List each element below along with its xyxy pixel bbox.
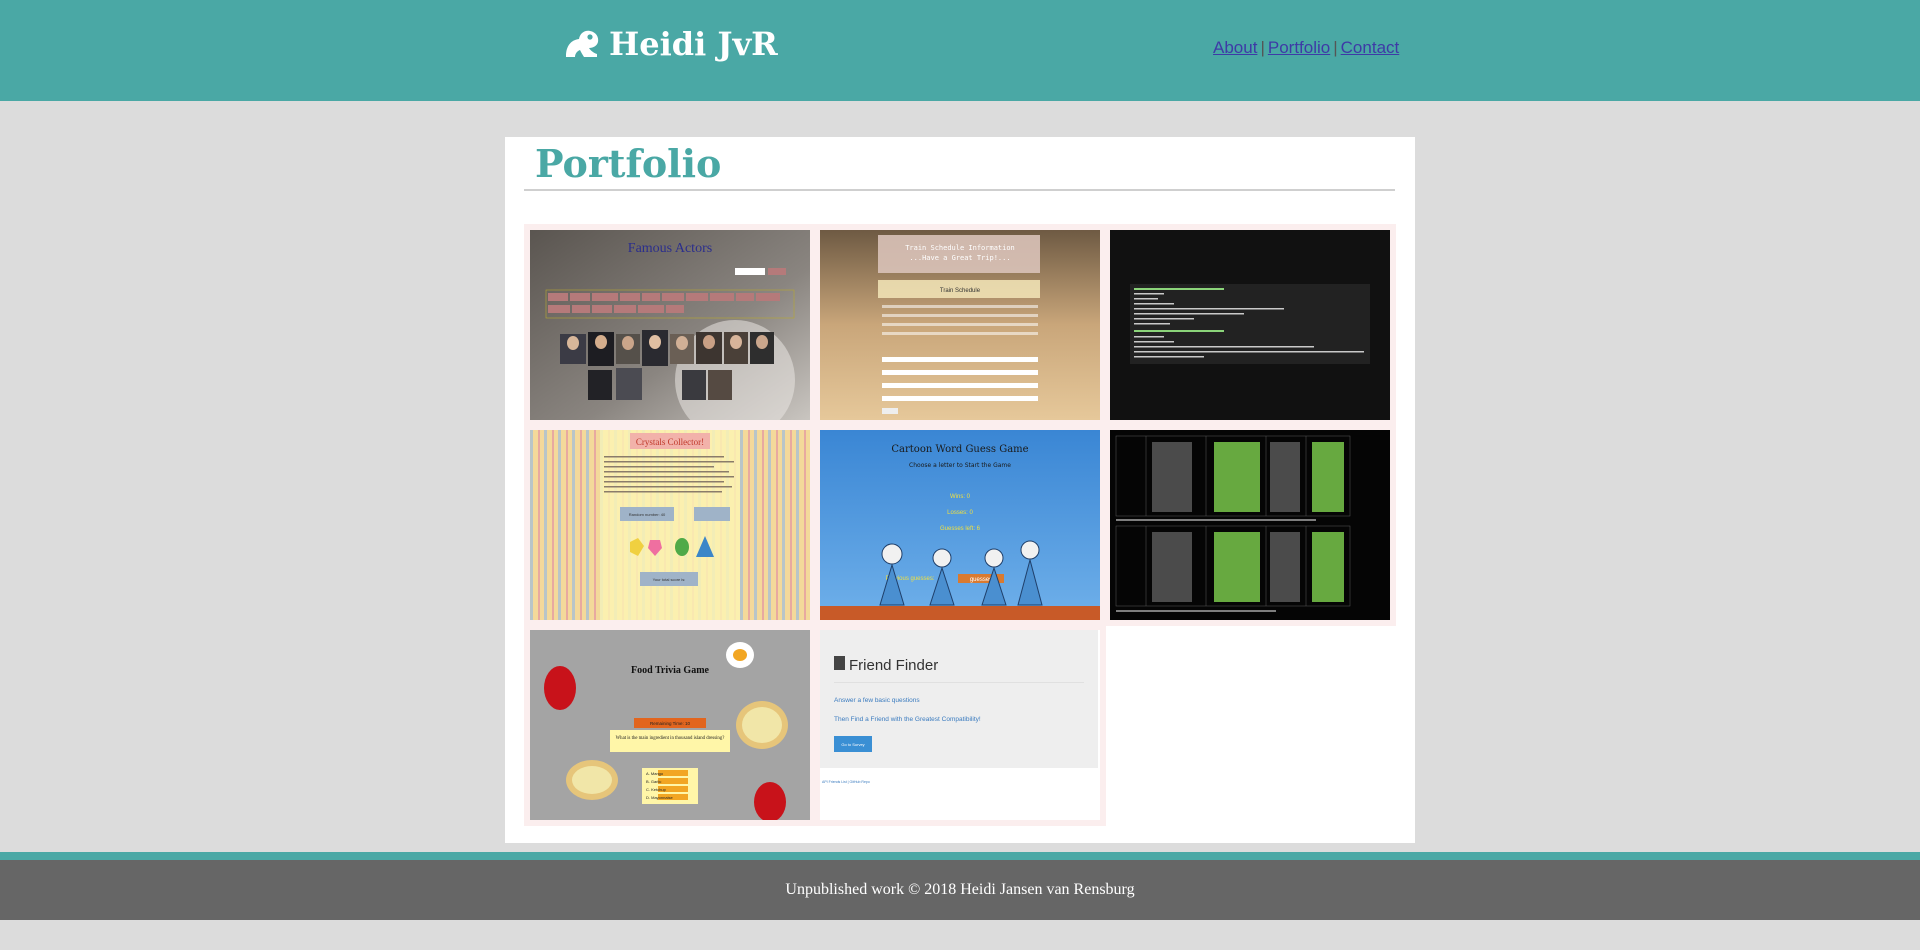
nav-link-about[interactable]: About	[1213, 38, 1257, 57]
footer-accent-band	[0, 852, 1920, 860]
project-screenshot-title: Crystals Collector!	[636, 437, 704, 447]
project-tile-train-schedule[interactable]: Train Schedule Information ...Have a Gre…	[814, 224, 1106, 426]
portfolio-gallery: Famous Actors Train Schedule Information…	[524, 224, 1396, 826]
project-screenshot: Cartoon Word Guess Game Choose a letter …	[820, 430, 1100, 620]
project-screenshot-score: Your total score is:	[653, 577, 686, 582]
project-screenshot-caption: Train Schedule	[940, 288, 981, 294]
project-screenshot-subtitle: Answer a few basic questions	[834, 697, 920, 704]
project-tile-cli-app[interactable]	[1104, 224, 1396, 426]
project-screenshot-title: Friend Finder	[849, 657, 938, 674]
project-screenshot-title: Famous Actors	[628, 241, 712, 256]
project-screenshot-subtitle: ...Have a Great Trip!...	[909, 254, 1010, 262]
site-header: Heidi JvR About | Portfolio | Contact	[0, 0, 1920, 101]
project-screenshot-subtitle: Choose a letter to Start the Game	[909, 462, 1011, 469]
project-screenshot-tagline: Then Find a Friend with the Greatest Com…	[834, 716, 981, 723]
project-screenshot: Friend Finder Answer a few basic questio…	[820, 630, 1100, 820]
project-screenshot-wins: Wins: 0	[950, 494, 971, 500]
nav-separator: |	[1260, 38, 1265, 57]
brand-link[interactable]: Heidi JvR	[563, 22, 778, 66]
project-screenshot-question: What is the main ingredient in thousand …	[616, 736, 725, 741]
project-tile-friend-finder[interactable]: Friend Finder Answer a few basic questio…	[814, 624, 1106, 826]
project-screenshot-answer-c: C. Ketchup	[646, 787, 667, 792]
project-screenshot-timer: Remaining Time: 10	[650, 721, 691, 726]
copyright-text: Unpublished work © 2018 Heidi Jansen van…	[785, 881, 1135, 898]
top-nav: About | Portfolio | Contact	[1213, 38, 1399, 58]
title-divider	[524, 189, 1395, 191]
project-tile-food-trivia[interactable]: Food Trivia Game Remaining Time: 10 What…	[524, 624, 816, 826]
project-screenshot-random-number: Random number: 40	[629, 512, 666, 517]
project-screenshot	[1110, 430, 1390, 620]
project-screenshot-losses: Losses: 0	[947, 510, 973, 516]
project-screenshot: Famous Actors	[530, 230, 810, 420]
project-screenshot-answer-b: B. Garlic	[646, 779, 661, 784]
project-tile-famous-actors[interactable]: Famous Actors	[524, 224, 816, 426]
brand-name: Heidi JvR	[609, 25, 778, 63]
nav-separator: |	[1333, 38, 1338, 57]
nav-link-contact[interactable]: Contact	[1341, 38, 1400, 57]
project-screenshot-answer-d: D. Mayonnaise	[646, 795, 673, 800]
project-screenshot-guesses: guesses	[970, 577, 992, 583]
project-screenshot	[1110, 230, 1390, 420]
project-tile-word-guess[interactable]: Cartoon Word Guess Game Choose a letter …	[814, 424, 1106, 626]
project-screenshot: Train Schedule Information ...Have a Gre…	[820, 230, 1100, 420]
project-screenshot-answer-a: A. Mango	[646, 771, 664, 776]
project-tile-database-cli[interactable]	[1104, 424, 1396, 626]
project-screenshot: Food Trivia Game Remaining Time: 10 What…	[530, 630, 810, 820]
project-screenshot: Crystals Collector! Random number: 40 Yo…	[530, 430, 810, 620]
project-screenshot-title: Cartoon Word Guess Game	[891, 444, 1028, 455]
site-footer: Unpublished work © 2018 Heidi Jansen van…	[0, 860, 1920, 920]
project-screenshot-title: Train Schedule Information	[905, 244, 1015, 252]
page-title: Portfolio	[535, 141, 722, 186]
frog-icon	[566, 30, 599, 57]
project-screenshot-guesses-left: Guesses left: 6	[940, 526, 981, 532]
portfolio-card: Portfolio Famous Actors Train Schedule I…	[505, 137, 1415, 843]
project-tile-crystals-collector[interactable]: Crystals Collector! Random number: 40 Yo…	[524, 424, 816, 626]
project-screenshot-button: Go to Survey	[841, 742, 864, 747]
nav-link-portfolio[interactable]: Portfolio	[1268, 38, 1330, 57]
project-screenshot-title: Food Trivia Game	[631, 665, 710, 676]
project-screenshot-footer: API Friends List | GitHub Repo	[822, 780, 870, 784]
